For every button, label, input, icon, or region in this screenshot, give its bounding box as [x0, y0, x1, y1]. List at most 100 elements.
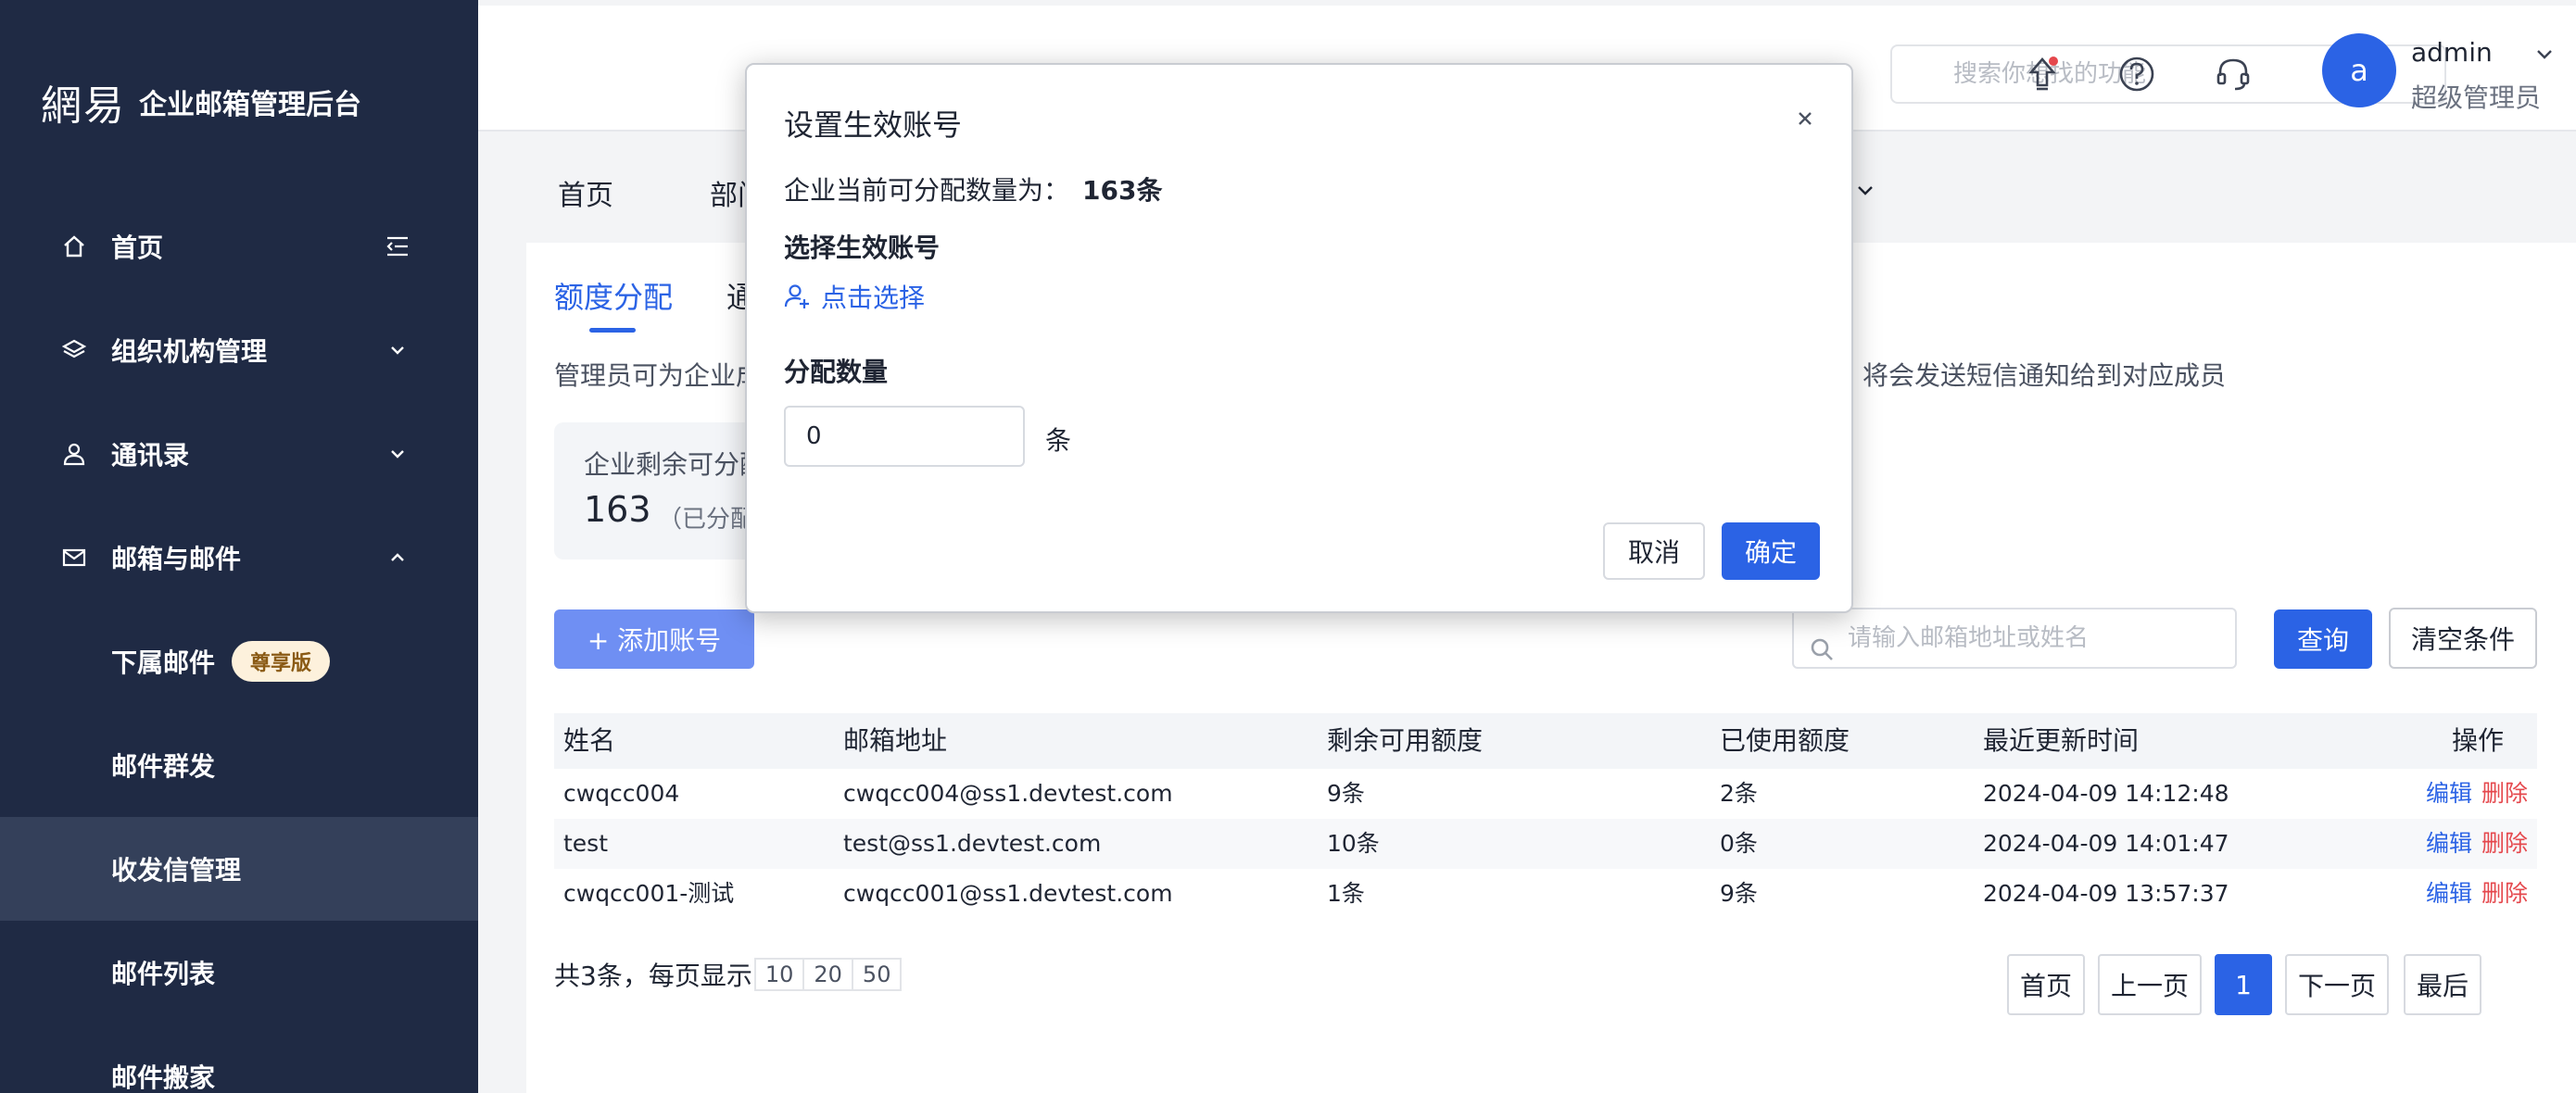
cell-name: cwqcc001-测试	[563, 880, 735, 907]
cell-actions: 编辑 删除	[2426, 819, 2528, 869]
avatar[interactable]: a	[2322, 33, 2396, 107]
pager-summary: 共3条，每页显示 10 20 50	[554, 956, 903, 993]
dialog-title: 设置生效账号	[784, 107, 963, 143]
sidebar-subitem-mail-migration[interactable]: 邮件搬家	[0, 1024, 478, 1093]
column-header-name: 姓名	[563, 725, 616, 756]
query-button[interactable]: 查询	[2274, 609, 2372, 669]
cell-used: 0条	[1720, 830, 1758, 857]
sidebar-item-organization[interactable]: 组织机构管理	[0, 298, 478, 402]
cancel-button[interactable]: 取消	[1603, 522, 1705, 580]
logo-text: 企业邮箱管理后台	[139, 89, 361, 121]
logo: 網易 企业邮箱管理后台	[41, 72, 361, 132]
chevron-down-icon[interactable]	[2533, 43, 2556, 65]
cell-remaining: 1条	[1327, 880, 1365, 907]
table-row: cwqcc004 cwqcc004@ss1.devtest.com 9条 2条 …	[554, 769, 2537, 819]
pager-next-button[interactable]: 下一页	[2285, 954, 2389, 1015]
chevron-up-icon	[384, 544, 411, 572]
page-size-option[interactable]: 20	[804, 960, 853, 989]
delete-link[interactable]: 删除	[2481, 880, 2528, 907]
upgrade-icon[interactable]	[2022, 54, 2063, 94]
cell-remaining: 10条	[1327, 830, 1380, 857]
sidebar-item-mailbox[interactable]: 邮箱与邮件	[0, 506, 478, 609]
close-icon[interactable]	[1792, 106, 1818, 132]
allocatable-quota-value: 163条	[1082, 175, 1163, 206]
edit-link[interactable]: 编辑	[2426, 830, 2472, 857]
mail-icon	[61, 545, 87, 571]
pager-first-button[interactable]: 首页	[2007, 954, 2085, 1015]
column-header-actions: 操作	[2452, 725, 2505, 756]
cell-name: test	[563, 830, 609, 857]
chevron-down-icon	[384, 440, 411, 468]
cell-used: 9条	[1720, 880, 1758, 907]
search-icon	[1809, 626, 1835, 660]
page-description: 管理员可为企业成	[554, 360, 763, 391]
support-headset-icon[interactable]	[2213, 54, 2254, 94]
cell-used: 2条	[1720, 780, 1758, 807]
pager-summary-text: 共3条，每页显示	[554, 961, 752, 991]
active-tab-indicator	[589, 328, 636, 333]
sidebar-subitem-bulk-mail[interactable]: 邮件群发	[0, 713, 478, 817]
page-size-option[interactable]: 10	[756, 960, 805, 989]
column-header-email: 邮箱地址	[843, 725, 948, 756]
quantity-input[interactable]: 0	[784, 406, 1025, 467]
chevron-down-icon[interactable]	[1853, 178, 1877, 206]
home-icon	[61, 233, 87, 259]
cell-updated: 2024-04-09 14:01:47	[1983, 830, 2229, 857]
pager-prev-button[interactable]: 上一页	[2098, 954, 2202, 1015]
delete-link[interactable]: 删除	[2481, 780, 2528, 807]
chevron-down-icon	[384, 336, 411, 364]
sidebar-subitem-label: 收发信管理	[111, 855, 242, 886]
cell-remaining: 9条	[1327, 780, 1365, 807]
sidebar: 網易 企业邮箱管理后台 首页 组织机构管理 通讯录 邮箱与邮件 下属邮件 尊享版…	[0, 0, 478, 1093]
edit-link[interactable]: 编辑	[2426, 780, 2472, 807]
table-row: test test@ss1.devtest.com 10条 0条 2024-04…	[554, 819, 2537, 869]
email-search-placeholder: 请输入邮箱地址或姓名	[1848, 624, 2090, 652]
cell-updated: 2024-04-09 13:57:37	[1983, 880, 2229, 907]
add-account-button[interactable]: + 添加账号	[554, 609, 754, 669]
top-nav-tab-home[interactable]: 首页	[558, 172, 613, 213]
cell-updated: 2024-04-09 14:12:48	[1983, 780, 2229, 807]
delete-link[interactable]: 删除	[2481, 830, 2528, 857]
sidebar-subitem-mail-list[interactable]: 邮件列表	[0, 921, 478, 1024]
sidebar-subitem-label: 邮件列表	[111, 959, 216, 989]
sidebar-item-label: 组织机构管理	[111, 336, 268, 367]
set-effective-account-dialog: 设置生效账号 企业当前可分配数量为： 163条 选择生效账号 点击选择 分配数量 …	[745, 63, 1853, 613]
page-description-continued: 件，将会发送短信通知给到对应成员	[1811, 360, 2227, 391]
sidebar-item-contacts[interactable]: 通讯录	[0, 402, 478, 506]
sidebar-subitem-subordinate-mail[interactable]: 下属邮件 尊享版	[0, 609, 478, 713]
column-header-used: 已使用额度	[1720, 725, 1850, 756]
layers-icon	[61, 337, 87, 363]
subtab-quota-allocation[interactable]: 额度分配	[554, 274, 673, 317]
cell-name: cwqcc004	[563, 780, 680, 807]
quota-value: 163	[584, 489, 651, 530]
cell-email: test@ss1.devtest.com	[843, 830, 1102, 857]
email-search-input[interactable]: 请输入邮箱地址或姓名	[1792, 608, 2237, 669]
cell-email: cwqcc001@ss1.devtest.com	[843, 880, 1173, 907]
sidebar-subitem-text: 下属邮件	[111, 647, 216, 678]
clear-conditions-button[interactable]: 清空条件	[2389, 608, 2537, 669]
quota-note: （已分配	[658, 506, 755, 534]
confirm-button[interactable]: 确定	[1722, 522, 1820, 580]
pick-account-text: 点击选择	[821, 283, 926, 313]
sidebar-subitem-label: 下属邮件 尊享版	[111, 641, 331, 682]
pager-last-button[interactable]: 最后	[2404, 954, 2481, 1015]
page-size-option[interactable]: 50	[853, 960, 901, 989]
sidebar-item-label: 首页	[111, 232, 164, 263]
cell-email: cwqcc004@ss1.devtest.com	[843, 780, 1173, 807]
edit-link[interactable]: 编辑	[2426, 880, 2472, 907]
collapse-menu-icon[interactable]	[384, 232, 411, 260]
quantity-label: 分配数量	[784, 357, 889, 387]
table-row: cwqcc001-测试 cwqcc001@ss1.devtest.com 1条 …	[554, 869, 2537, 919]
pick-account-link[interactable]: 点击选择	[784, 278, 925, 315]
user-icon	[61, 441, 87, 467]
column-header-remaining: 剩余可用额度	[1327, 725, 1484, 756]
page-size-selector: 10 20 50	[753, 958, 903, 991]
help-icon[interactable]	[2116, 54, 2157, 94]
sidebar-subitem-send-receive[interactable]: 收发信管理	[0, 817, 478, 921]
pager-current-page[interactable]: 1	[2215, 954, 2272, 1015]
sidebar-item-home[interactable]: 首页	[0, 195, 478, 298]
allocatable-quota-line: 企业当前可分配数量为： 163条	[784, 170, 1162, 207]
sidebar-item-label: 通讯录	[111, 440, 190, 471]
user-name[interactable]: admin	[2411, 37, 2493, 68]
cell-actions: 编辑 删除	[2426, 769, 2528, 819]
